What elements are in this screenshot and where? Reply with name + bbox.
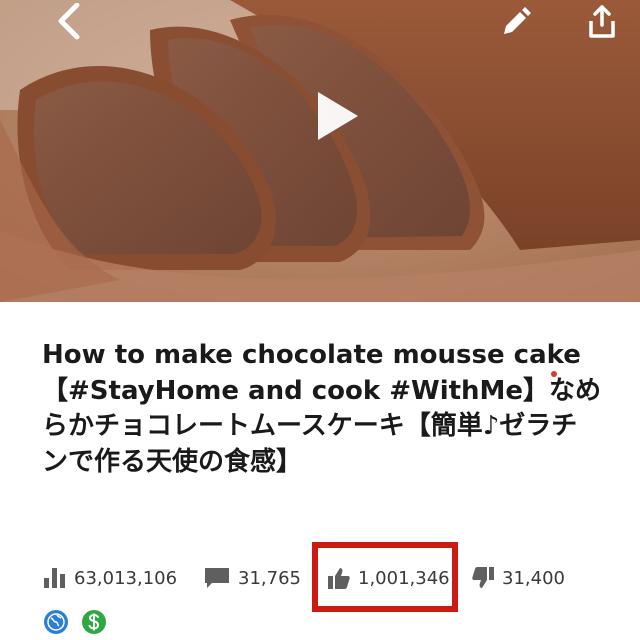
edit-button[interactable]: [488, 0, 544, 44]
video-title: How to make chocolate mousse cake【#StayH…: [42, 340, 602, 477]
badges-row: [44, 610, 106, 634]
views-stat: 63,013,106: [44, 560, 177, 596]
dollar-icon: [82, 610, 106, 634]
globe-icon: [44, 610, 68, 634]
share-icon: [589, 5, 615, 38]
red-dot: [551, 371, 557, 377]
dislikes-stat[interactable]: 31,400: [472, 560, 565, 596]
pencil-icon: [504, 7, 531, 34]
likes-highlight-box: [312, 542, 458, 612]
thumbs-down-icon: [472, 567, 494, 588]
comments-stat: 31,765: [204, 560, 301, 596]
comments-count: 31,765: [238, 567, 301, 589]
comment-icon: [205, 568, 229, 588]
share-button[interactable]: [574, 0, 630, 44]
bar-chart-icon: [44, 568, 65, 588]
cake-photo: [0, 0, 640, 302]
play-button[interactable]: [310, 88, 366, 144]
chevron-left-icon: [58, 3, 80, 40]
back-button[interactable]: [40, 0, 96, 44]
dislikes-count: 31,400: [502, 567, 565, 589]
play-icon: [318, 92, 358, 140]
views-count: 63,013,106: [74, 567, 178, 589]
video-thumbnail[interactable]: [0, 0, 640, 302]
